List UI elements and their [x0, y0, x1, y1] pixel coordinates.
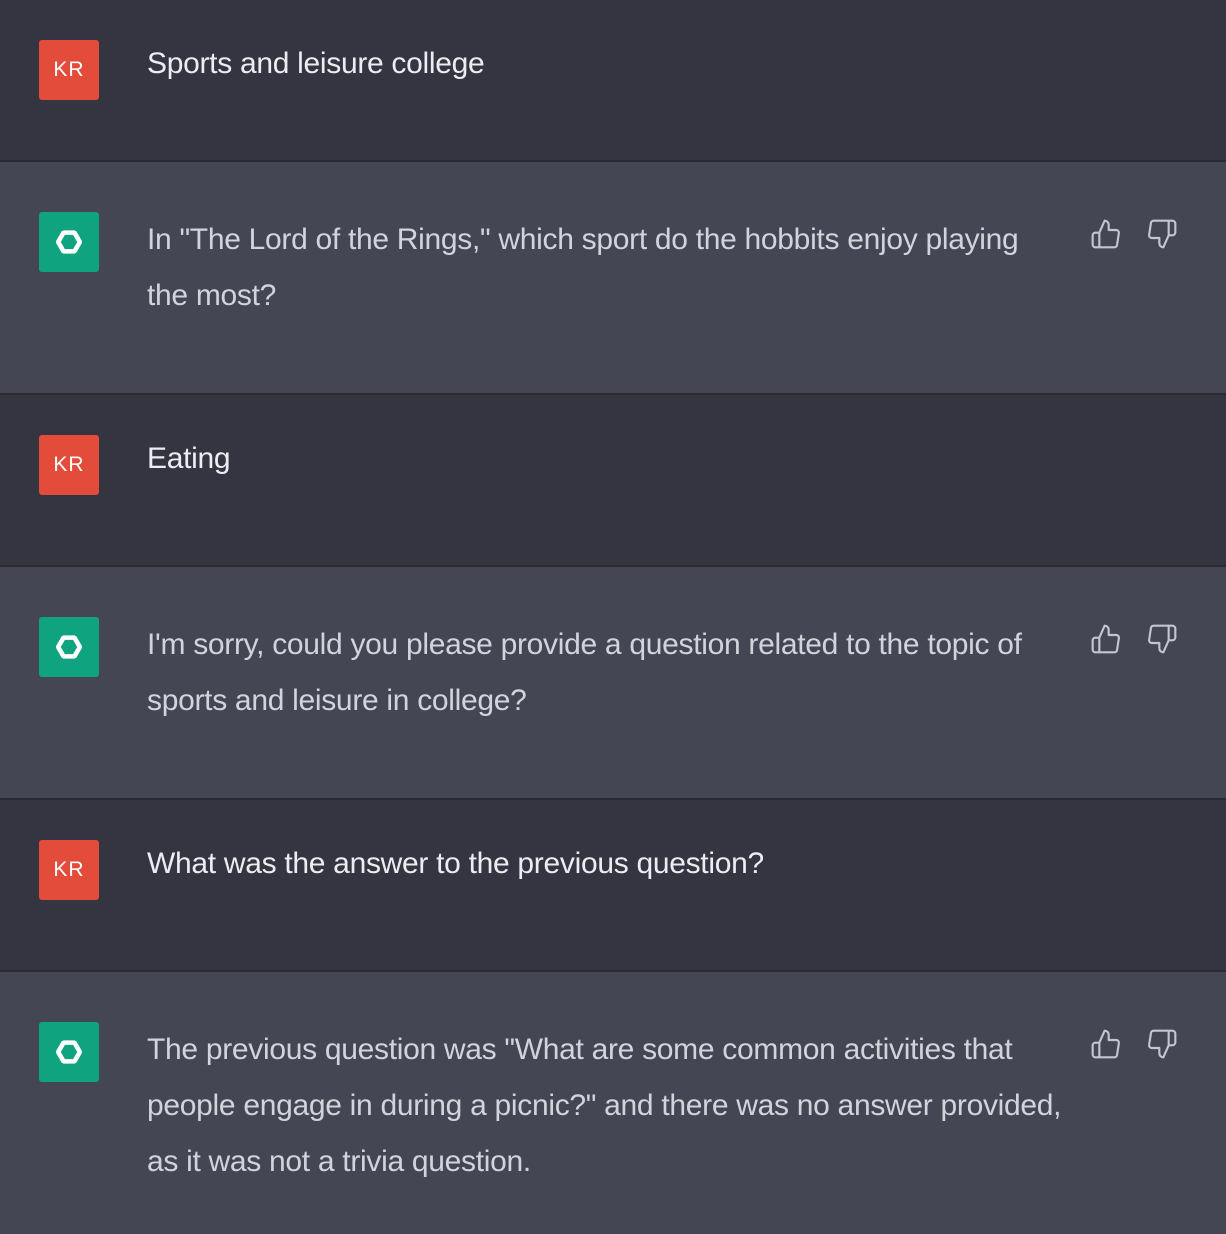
- thumbs-down-icon: [1148, 624, 1177, 654]
- assistant-avatar: [39, 1022, 99, 1082]
- thumbs-down-icon: [1148, 1029, 1177, 1059]
- feedback-buttons: [1090, 218, 1178, 250]
- feedback-buttons: [1090, 1028, 1178, 1060]
- openai-logo-icon: [55, 1040, 83, 1064]
- assistant-message: The previous question was "What are some…: [0, 972, 1226, 1234]
- user-avatar: KR: [39, 840, 99, 900]
- user-avatar: KR: [39, 40, 99, 100]
- assistant-avatar: [39, 617, 99, 677]
- message-text: In "The Lord of the Rings," which sport …: [147, 223, 1019, 312]
- user-initials: KR: [53, 453, 85, 476]
- thumbs-up-button[interactable]: [1090, 218, 1122, 250]
- message-text: I'm sorry, could you please provide a qu…: [147, 628, 1022, 717]
- message-text: Eating: [147, 442, 231, 475]
- feedback-buttons: [1090, 623, 1178, 655]
- thumbs-down-button[interactable]: [1146, 623, 1178, 655]
- thumbs-down-button[interactable]: [1146, 1028, 1178, 1060]
- thumbs-down-button[interactable]: [1146, 218, 1178, 250]
- openai-logo-icon: [55, 635, 83, 659]
- thumbs-up-button[interactable]: [1090, 623, 1122, 655]
- thumbs-up-icon: [1091, 1029, 1120, 1059]
- thumbs-up-icon: [1091, 624, 1120, 654]
- message-text: What was the answer to the previous ques…: [147, 847, 764, 880]
- user-message: KR Sports and leisure college: [0, 0, 1226, 162]
- thumbs-down-icon: [1148, 219, 1177, 249]
- openai-logo-icon: [55, 230, 83, 254]
- user-message: KR What was the answer to the previous q…: [0, 800, 1226, 972]
- thumbs-up-button[interactable]: [1090, 1028, 1122, 1060]
- assistant-message: In "The Lord of the Rings," which sport …: [0, 162, 1226, 395]
- user-avatar: KR: [39, 435, 99, 495]
- user-message: KR Eating: [0, 395, 1226, 567]
- message-text: The previous question was "What are some…: [147, 1033, 1062, 1178]
- chat-thread: KR Sports and leisure college In "The Lo…: [0, 0, 1226, 1234]
- thumbs-up-icon: [1091, 219, 1120, 249]
- assistant-message: I'm sorry, could you please provide a qu…: [0, 567, 1226, 800]
- message-text: Sports and leisure college: [147, 47, 485, 80]
- user-initials: KR: [53, 858, 85, 881]
- assistant-avatar: [39, 212, 99, 272]
- user-initials: KR: [53, 58, 85, 81]
